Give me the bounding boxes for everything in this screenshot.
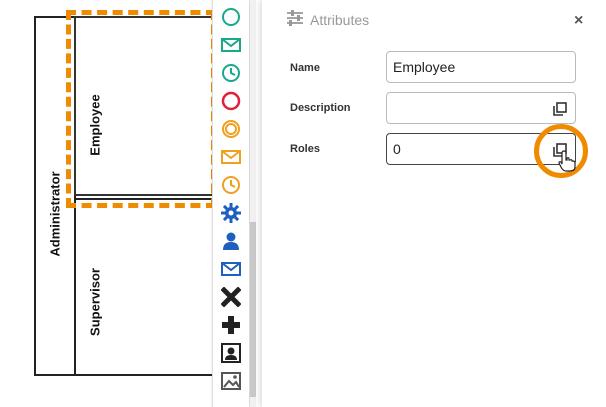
intermediate-event-icon[interactable] xyxy=(217,116,245,142)
message-start-event-icon[interactable] xyxy=(217,32,245,58)
role-icon[interactable] xyxy=(217,340,245,366)
scroll-thumb[interactable] xyxy=(250,222,256,397)
message-task-icon[interactable] xyxy=(217,256,245,282)
lane-label-supervisor: Supervisor xyxy=(87,268,103,336)
user-task-icon[interactable] xyxy=(217,228,245,254)
sliders-icon xyxy=(286,10,304,29)
open-dialog-icon[interactable] xyxy=(553,102,567,119)
selection-highlight xyxy=(66,10,216,208)
palette-scrollbar[interactable] xyxy=(250,0,256,407)
close-button[interactable]: × xyxy=(574,12,583,30)
shape-palette xyxy=(212,0,249,407)
timer-intermediate-event-icon[interactable] xyxy=(217,172,245,198)
message-intermediate-event-icon[interactable] xyxy=(217,144,245,170)
name-label: Name xyxy=(290,62,320,74)
roles-label: Roles xyxy=(290,143,320,155)
end-event-icon[interactable] xyxy=(217,88,245,114)
image-icon[interactable] xyxy=(217,368,245,394)
panel-title-text: Attributes xyxy=(310,11,370,28)
exclusive-gateway-icon[interactable] xyxy=(217,284,245,310)
service-task-gear-icon[interactable] xyxy=(217,200,245,226)
diagram-canvas[interactable]: Administrator Employee Supervisor xyxy=(0,0,230,407)
description-field[interactable] xyxy=(386,92,576,124)
roles-value: 0 xyxy=(393,141,401,157)
panel-title: Attributes xyxy=(286,10,369,29)
name-field[interactable]: Employee xyxy=(386,51,576,83)
attributes-panel: Attributes × Name Employee Description R… xyxy=(262,0,606,407)
start-event-icon[interactable] xyxy=(217,4,245,30)
hand-cursor-icon xyxy=(558,150,576,177)
name-value: Employee xyxy=(393,59,456,75)
pool-label: Administrator xyxy=(47,171,63,257)
timer-start-event-icon[interactable] xyxy=(217,60,245,86)
description-label: Description xyxy=(290,102,351,114)
parallel-gateway-icon[interactable] xyxy=(217,312,245,338)
